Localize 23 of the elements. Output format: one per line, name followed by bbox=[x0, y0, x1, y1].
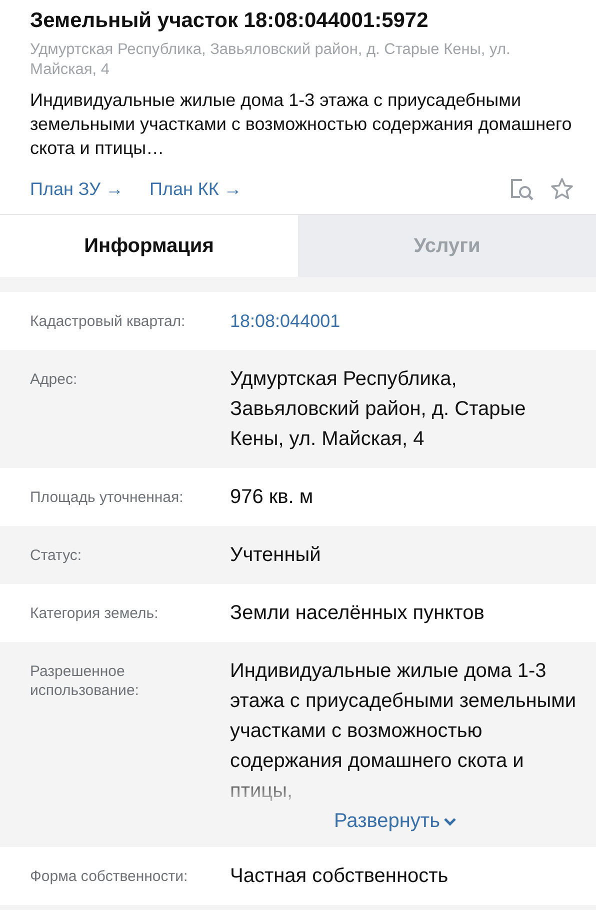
field-value: Частная собственность bbox=[230, 864, 450, 889]
field-value: Удмуртская Республика, Завьяловский район, д. Старые Кены, ул. Майская, 4 bbox=[230, 367, 527, 452]
plan-link[interactable]: План КК → bbox=[150, 178, 242, 200]
field-value: Земли населённых пунктов bbox=[230, 601, 486, 626]
field-label: Кадастровый квартал: bbox=[30, 312, 186, 332]
chevron-icon bbox=[443, 816, 458, 826]
field-label: Разрешенное использование: bbox=[30, 662, 140, 701]
parcel-address: Удмуртская Республика, Завьяловский район, д. Старые Кены, ул. Майская, 4 bbox=[30, 40, 512, 80]
expand-button[interactable]: Развернуть bbox=[334, 810, 458, 833]
field-label: Адрес: bbox=[30, 370, 78, 390]
field-label: Форма собственности: bbox=[30, 867, 189, 887]
field-value: 976 кв. м bbox=[230, 485, 314, 510]
parcel-description: Индивидуальные жилые дома 1-3 этажа с приусадебными земельными участками с возможностью содержания домашнего скота и птицы… bbox=[30, 89, 573, 160]
parcel-title: Земельный участок 18:08:044001:5972 bbox=[30, 8, 430, 34]
star-icon[interactable] bbox=[550, 177, 574, 201]
field-value: Учтенный bbox=[230, 543, 322, 568]
field-label: Категория земель: bbox=[30, 604, 160, 624]
field-label: Площадь уточненная: bbox=[30, 488, 184, 508]
field-link[interactable]: 18:08:044001 bbox=[230, 311, 340, 331]
map-search-icon[interactable] bbox=[508, 176, 534, 202]
field-value: Индивидуальные жилые дома 1-3 этажа с приусадебными земельными участками с возможностью содержания домашнего скота и птицы, bbox=[230, 659, 578, 804]
field-label: Статус: bbox=[30, 546, 83, 566]
plan-link[interactable]: План ЗУ → bbox=[30, 178, 124, 200]
